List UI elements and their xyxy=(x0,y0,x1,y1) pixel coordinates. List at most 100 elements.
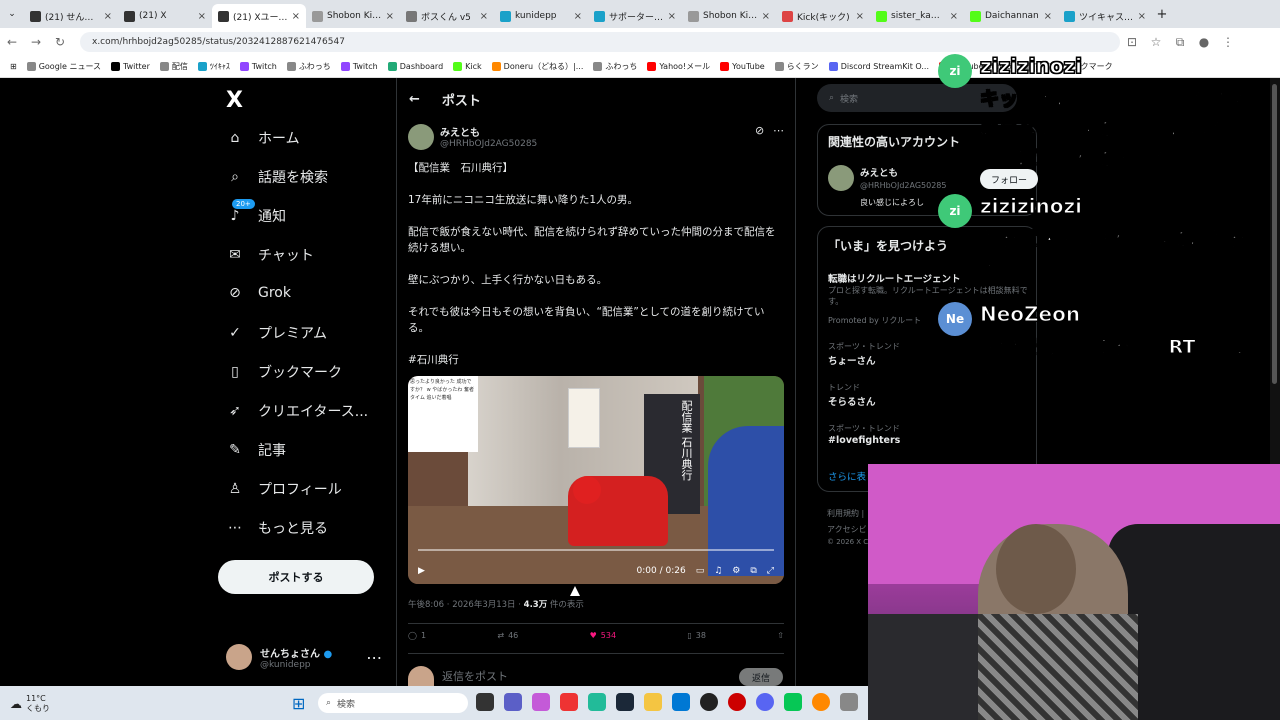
taskbar-search[interactable]: ⌕ 検索 xyxy=(318,693,468,713)
chrome-icon[interactable] xyxy=(560,693,578,711)
close-tab-icon[interactable]: × xyxy=(104,11,112,22)
bookmark-item[interactable]: Twitch xyxy=(340,62,378,71)
share-button[interactable]: ⇧ xyxy=(777,631,784,640)
bookmark-item[interactable]: ﾂｲｷｬｽ xyxy=(197,61,230,72)
discord-icon[interactable] xyxy=(756,693,774,711)
browser-tab[interactable]: Daichannan × xyxy=(964,4,1058,28)
app-icon[interactable] xyxy=(812,693,830,711)
scrollbar[interactable] xyxy=(1270,78,1280,466)
browser-tab[interactable]: ツイキャス・ラ× xyxy=(1058,4,1152,28)
browser-tab[interactable]: Shobon Kick × xyxy=(306,4,400,28)
browser-tab[interactable]: (21) X × xyxy=(118,4,212,28)
grok-icon[interactable]: ⊘ xyxy=(755,124,764,137)
bookmark-item[interactable]: YouTube xyxy=(720,62,765,71)
back-arrow-icon[interactable]: ← xyxy=(409,92,420,107)
bookmark-item[interactable]: Dashboard xyxy=(387,62,443,71)
close-tab-icon[interactable]: × xyxy=(574,11,582,22)
captions-icon[interactable]: ▭ xyxy=(696,566,705,576)
close-tab-icon[interactable]: × xyxy=(1044,11,1052,22)
nav-grok[interactable]: ⊘ Grok xyxy=(226,284,291,302)
close-tab-icon[interactable]: × xyxy=(386,11,394,22)
bookmark-item[interactable]: ふわっち xyxy=(286,61,331,72)
x-logo-icon[interactable]: X xyxy=(226,88,243,113)
account-name[interactable]: みえとも xyxy=(860,165,898,179)
browser-tab-active[interactable]: (21) Xユーザー× xyxy=(212,4,306,28)
back-icon[interactable]: ← xyxy=(0,35,24,49)
account-switcher[interactable]: せんちょさん ● @kunidepp ⋯ xyxy=(226,644,382,670)
menu-icon[interactable]: ⋮ xyxy=(1216,35,1240,49)
start-icon[interactable]: ⊞ xyxy=(292,694,305,713)
nav-chat[interactable]: ✉ チャット xyxy=(226,245,314,265)
line-icon[interactable] xyxy=(784,693,802,711)
browser-tab[interactable]: Shobon Kick × xyxy=(682,4,776,28)
trend-item[interactable]: そらるさん xyxy=(828,394,876,408)
post-author[interactable]: みえとも @HRHbOJd2AG50285 xyxy=(408,124,537,150)
browser-tab[interactable]: ボスくん v5 × xyxy=(400,4,494,28)
close-tab-icon[interactable]: × xyxy=(762,11,770,22)
store-icon[interactable] xyxy=(672,693,690,711)
post-button[interactable]: ポストする xyxy=(218,560,374,594)
url-field[interactable]: x.com/hrhbojd2ag50285/status/20324128876… xyxy=(80,32,1120,52)
close-tab-icon[interactable]: × xyxy=(856,11,864,22)
close-tab-icon[interactable]: × xyxy=(1138,11,1146,22)
close-tab-icon[interactable]: × xyxy=(480,11,488,22)
profile-icon[interactable]: ● xyxy=(1192,35,1216,49)
folder-icon[interactable] xyxy=(644,693,662,711)
repost-button[interactable]: ⇄ 46 xyxy=(497,631,518,640)
new-tab-button[interactable]: + xyxy=(1152,7,1172,22)
obs-icon[interactable] xyxy=(700,693,718,711)
close-tab-icon[interactable]: × xyxy=(198,11,206,22)
weather-widget[interactable]: ☁ 11°C くもり xyxy=(10,694,50,714)
bookmark-item[interactable]: Twitch xyxy=(239,62,277,71)
nav-explore[interactable]: ⌕ 話題を検索 xyxy=(226,167,328,187)
bookmark-item[interactable]: Kick xyxy=(453,62,482,71)
bookmark-item[interactable]: Google ニュース xyxy=(26,61,101,72)
bookmark-item[interactable]: Yahoo!メール xyxy=(647,61,710,72)
scrollbar-thumb[interactable] xyxy=(1272,84,1277,384)
play-icon[interactable]: ▶ xyxy=(418,566,425,576)
close-tab-icon[interactable]: × xyxy=(950,11,958,22)
video-player[interactable]: 配信業 石川典行 思ったより良かった 成功ですか？ w やばかったわ 奮者タイム… xyxy=(408,376,784,584)
settings-icon[interactable]: ⚙ xyxy=(732,566,740,576)
reply-button[interactable]: ◯ 1 xyxy=(408,631,426,640)
more-icon[interactable]: ⋯ xyxy=(366,648,382,667)
bookmark-item[interactable]: Doneru（どねる）|... xyxy=(491,61,583,72)
record-icon[interactable] xyxy=(728,693,746,711)
bookmark-item[interactable]: 配信 xyxy=(159,61,188,72)
like-button[interactable]: ♥ 534 xyxy=(590,631,616,640)
nav-premium[interactable]: ✓ プレミアム xyxy=(226,323,327,343)
browser-tab[interactable]: sister_kawai × xyxy=(870,4,964,28)
bookmark-item[interactable]: Discord StreamKit O... xyxy=(828,62,929,71)
nav-notifications[interactable]: ♪ 20+ 通知 xyxy=(226,199,286,226)
nav-creator-studio[interactable]: ➶ クリエイタース... xyxy=(226,401,368,421)
nav-more[interactable]: ⋯ もっと見る xyxy=(226,518,328,538)
reload-icon[interactable]: ↻ xyxy=(48,35,72,49)
browser-tab[interactable]: (21) せんちょ × xyxy=(24,4,118,28)
bookmark-item[interactable]: らくラン xyxy=(774,61,819,72)
reply-composer[interactable]: 返信をポスト xyxy=(408,666,508,686)
volume-icon[interactable]: ♫ xyxy=(714,566,722,576)
hashtag-link[interactable]: #石川典行 xyxy=(408,352,784,368)
trend-item[interactable]: #lovefighters xyxy=(828,435,900,446)
forward-icon[interactable]: → xyxy=(24,35,48,49)
nav-profile[interactable]: ♙ プロフィール xyxy=(226,479,342,499)
steam-icon[interactable] xyxy=(616,693,634,711)
nav-articles[interactable]: ✎ 記事 xyxy=(226,440,286,460)
teams-icon[interactable] xyxy=(504,693,522,711)
bookmark-button[interactable]: ▯ 38 xyxy=(687,631,706,640)
footer-link[interactable]: 利用規約 | xyxy=(827,508,864,519)
video-progress-bar[interactable] xyxy=(418,549,774,551)
apps-icon[interactable]: ⊞ xyxy=(10,62,17,71)
install-icon[interactable]: ⊡ xyxy=(1120,35,1144,49)
bookmark-item[interactable]: Twitter xyxy=(111,62,150,71)
browser-tab[interactable]: kunidepp × xyxy=(494,4,588,28)
close-tab-icon[interactable]: × xyxy=(292,11,300,22)
bookmark-item[interactable]: ふわっち xyxy=(593,61,637,72)
settings-icon[interactable] xyxy=(840,693,858,711)
copilot-icon[interactable] xyxy=(532,693,550,711)
extensions-icon[interactable]: ⧉ xyxy=(1168,35,1192,50)
more-icon[interactable]: ⋯ xyxy=(773,124,784,137)
tab-search-icon[interactable]: ⌄ xyxy=(0,9,24,19)
trend-item[interactable]: ちょーさん xyxy=(828,353,876,367)
reply-input[interactable]: 返信をポスト xyxy=(442,668,508,684)
